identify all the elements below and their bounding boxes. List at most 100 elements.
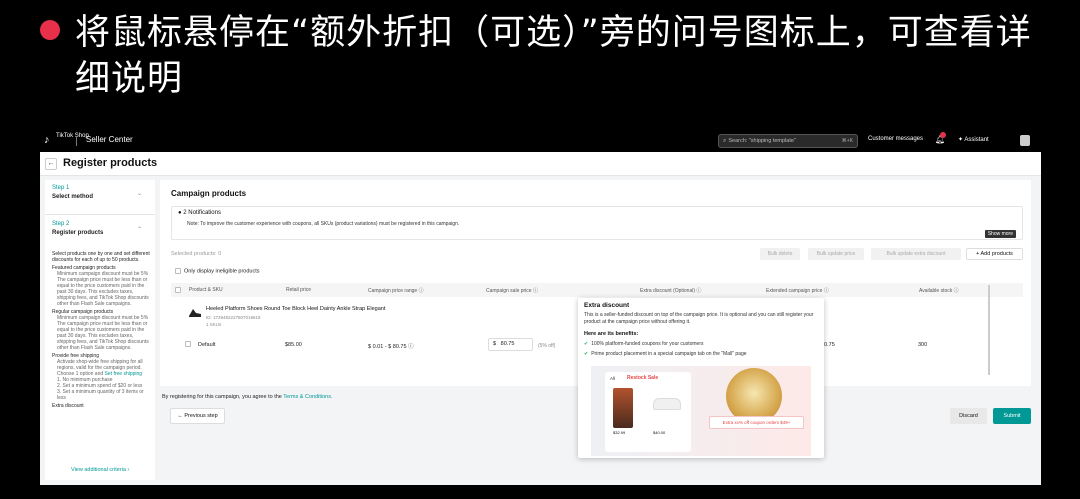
- divider: [76, 136, 77, 146]
- col-extended-price-label: Extended campaign price: [766, 288, 823, 294]
- available-stock: 300: [918, 342, 928, 348]
- extra-discount-tooltip: Extra discount This is a seller-funded d…: [578, 298, 824, 458]
- divider: [45, 214, 155, 215]
- bulk-update-price-button[interactable]: Bulk update price: [808, 248, 864, 260]
- view-criteria-label: View additional criteria: [71, 467, 126, 473]
- checkbox[interactable]: [175, 268, 181, 274]
- info-icon: ●: [178, 210, 182, 216]
- product-id: ID: 1729482227607019618: [206, 315, 261, 320]
- notifications-banner: ● 2 Notifications Note: To improve the c…: [171, 206, 1023, 240]
- previous-step-button[interactable]: ← Previous step: [170, 408, 225, 424]
- mock-price: $32.99: [613, 430, 626, 435]
- help-icon[interactable]: ⓘ: [533, 288, 538, 294]
- mock-tab-all: All: [610, 376, 616, 381]
- discount-percent: (5% off): [538, 343, 556, 349]
- col-stock-label: Available stock: [919, 288, 953, 294]
- bulk-delete-button[interactable]: Bulk delete: [760, 248, 800, 260]
- arrow-left-icon: ←: [177, 413, 183, 419]
- logo-text: TikTok Shop: [56, 133, 89, 139]
- section-title: Campaign products: [171, 189, 247, 198]
- chevron-down-icon[interactable]: ⌄: [137, 190, 142, 197]
- notifications-title: ● 2 Notifications: [178, 210, 221, 216]
- only-ineligible-toggle[interactable]: Only display ineligible products: [175, 268, 260, 274]
- scrollbar[interactable]: [988, 285, 990, 375]
- col-extended-price: Extended campaign price ⓘ: [766, 287, 829, 294]
- check-icon: ✔: [584, 341, 589, 347]
- col-extra-discount-label: Extra discount (Optional): [640, 288, 696, 294]
- mock-price: $40.00: [653, 430, 666, 435]
- discard-button[interactable]: Discard: [950, 408, 987, 424]
- bullet-dot: [40, 20, 60, 40]
- step2-label: Step 2: [52, 221, 70, 227]
- selected-count: Selected products: 0: [171, 251, 222, 257]
- col-sale-price: Campaign sale price ⓘ: [486, 287, 538, 294]
- price-range: $ 0.01 - $ 80.75 ⓘ: [368, 342, 414, 350]
- product-name: Heeled Platform Shoes Round Toe Block He…: [206, 306, 386, 312]
- help-icon[interactable]: ⓘ: [954, 288, 959, 294]
- select-all-checkbox[interactable]: [175, 287, 184, 293]
- avatar[interactable]: [1020, 135, 1030, 146]
- criteria-item: The campaign price must be less than or …: [57, 277, 149, 307]
- assistant-label: Assistant: [964, 137, 989, 143]
- benefits-heading: Here are its benefits:: [584, 331, 639, 337]
- campaign-sale-price-input[interactable]: $ 80.75: [488, 338, 533, 351]
- help-icon[interactable]: ⓘ: [696, 288, 701, 294]
- tooltip-body: This is a seller-funded discount on top …: [584, 312, 814, 325]
- step2-criteria: Select products one by one and set diffe…: [52, 251, 152, 409]
- top-bar: ♪ TikTok Shop Seller Center ⌕ Search: "sh…: [40, 130, 1041, 152]
- criteria-item: The campaign price must be less than or …: [57, 321, 149, 351]
- col-extra-discount: Extra discount (Optional) ⓘ: [640, 287, 701, 294]
- shipping-option: 3. Set a minimum quantity of 3 items or …: [57, 389, 144, 401]
- bulk-update-extra-discount-button[interactable]: Bulk update extra discount: [871, 248, 961, 260]
- previous-step-label: Previous step: [184, 413, 218, 419]
- terms-text: By registering for this campaign, you ag…: [162, 394, 333, 400]
- terms-prefix: By registering for this campaign, you ag…: [162, 394, 282, 400]
- only-ineligible-label: Only display ineligible products: [184, 268, 260, 275]
- mock-product-card: All Restock Sale $32.99 $40.00: [605, 372, 691, 452]
- row-checkbox[interactable]: [185, 341, 191, 347]
- extra-discount-heading: Extra discount: [52, 403, 84, 409]
- info-icon[interactable]: ⓘ: [408, 344, 414, 350]
- slide: 将鼠标悬停在“额外折扣（可选）”旁的问号图标上，可查看详细说明 ♪ TikTok…: [0, 0, 1080, 499]
- notification-text: Note: To improve the customer experience…: [187, 221, 460, 227]
- check-icon: ✔: [584, 351, 589, 357]
- shipping-text: Activate shop-wide free shipping for all…: [52, 359, 152, 377]
- benefit-item: ✔ 100% platform-funded coupons for your c…: [584, 341, 703, 347]
- terms-link[interactable]: Terms & Conditions.: [283, 394, 332, 400]
- criteria-intro: Select products one by one and set diffe…: [52, 251, 150, 263]
- search-shortcut: ⌘+K: [841, 138, 853, 144]
- chevron-up-icon[interactable]: ⌃: [137, 226, 142, 233]
- assistant-button[interactable]: ✦ Assistant: [958, 136, 989, 143]
- lipstick-image: [613, 388, 633, 428]
- app-name: Seller Center: [86, 135, 133, 144]
- col-range-label: Campaign price range: [368, 288, 418, 294]
- benefit-item: ✔ Prime product placement in a special ca…: [584, 351, 747, 357]
- price-range-value: $ 0.01 - $ 80.75: [368, 344, 407, 350]
- show-more-button[interactable]: Show more: [984, 230, 1016, 238]
- steps-panel: Step 1 Select method ⌄ Step 2 Register p…: [45, 180, 155, 480]
- product-thumbnail: [189, 309, 201, 317]
- sparkle-icon: ✦: [958, 137, 964, 143]
- sku-name: Default: [198, 342, 216, 348]
- help-icon[interactable]: ⓘ: [824, 288, 829, 294]
- col-product: Product & SKU: [189, 287, 223, 293]
- sku-count: 1 SKUs: [206, 322, 222, 327]
- add-products-button[interactable]: + Add products: [966, 248, 1023, 260]
- step2-name[interactable]: Register products: [52, 230, 103, 236]
- submit-button[interactable]: Submit: [993, 408, 1031, 424]
- benefit-text: Prime product placement in a special cam…: [591, 351, 747, 357]
- notifications-count: 2 Notifications: [183, 210, 221, 216]
- step1-name[interactable]: Select method: [52, 194, 93, 200]
- tooltip-title: Extra discount: [584, 302, 630, 309]
- help-icon[interactable]: ⓘ: [419, 288, 424, 294]
- customer-messages-link[interactable]: Customer messages: [868, 136, 923, 142]
- search-input[interactable]: ⌕ Search: "shipping template" ⌘+K: [718, 134, 858, 148]
- view-additional-criteria-link[interactable]: View additional criteria ›: [71, 467, 129, 473]
- shoe-image: [653, 398, 681, 410]
- mock-coupon: Extra xx% off coupon orders $49+: [709, 416, 804, 429]
- arrow-left-icon: ←: [47, 160, 55, 167]
- illustration: All Restock Sale $32.99 $40.00 Extra xx%…: [591, 366, 811, 456]
- page-header: ← Register products: [40, 152, 1041, 176]
- sale-price-value: 80.75: [500, 341, 515, 347]
- back-button[interactable]: ←: [45, 158, 57, 170]
